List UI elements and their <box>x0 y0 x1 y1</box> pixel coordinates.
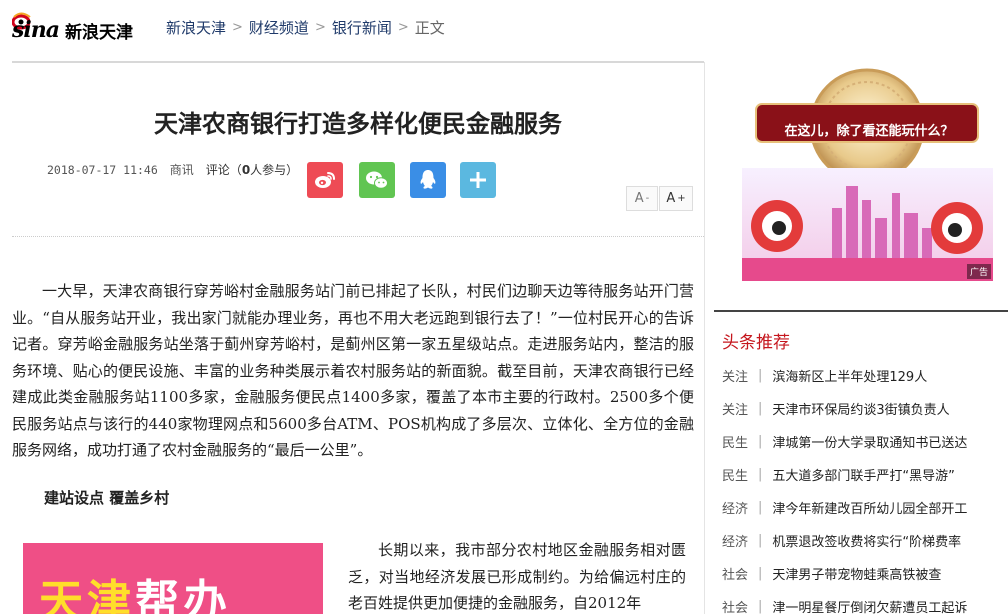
list-item: 民生 | 五大道多部门联手严打“黑导游” <box>722 458 1008 491</box>
share-more-button[interactable] <box>460 162 496 198</box>
headline-link[interactable]: 天津男子带宠物蛙乘高铁被查 <box>772 564 941 583</box>
article-body: 一大早，天津农商银行穿芳峪村金融服务站门前已排起了长队，村民们边聊天边等待服务站… <box>12 278 694 464</box>
article-image-text-b: 帮办 <box>135 576 231 614</box>
article-subheading: 建站设点 覆盖乡村 <box>44 489 170 507</box>
headline-link[interactable]: 津今年新建改百所幼儿园全部开工 <box>772 498 967 517</box>
headline-separator: | <box>758 401 763 416</box>
share-wechat-button[interactable] <box>359 162 395 198</box>
headline-link[interactable]: 天津市环保局约谈3街镇负责人 <box>772 399 949 418</box>
headline-category[interactable]: 经济 <box>722 498 750 517</box>
comments-prefix: 评论（ <box>205 163 242 177</box>
headline-separator: | <box>758 566 763 581</box>
weibo-icon <box>315 172 335 188</box>
column-divider <box>704 62 705 614</box>
breadcrumb-item-bank-news[interactable]: 银行新闻 <box>332 17 392 38</box>
font-increase-label: A <box>666 191 676 206</box>
header-divider <box>12 61 704 63</box>
share-weibo-button[interactable] <box>307 162 343 198</box>
headline-category[interactable]: 关注 <box>722 399 750 418</box>
breadcrumb-item-home[interactable]: 新浪天津 <box>166 17 226 38</box>
headline-category[interactable]: 关注 <box>722 366 750 385</box>
headline-category[interactable]: 社会 <box>722 597 750 614</box>
headline-separator: | <box>758 599 763 614</box>
headline-category[interactable]: 民生 <box>722 465 750 484</box>
headline-category[interactable]: 经济 <box>722 531 750 550</box>
comments-link[interactable]: 评论（0人参与） <box>206 161 298 178</box>
advertisement[interactable]: 在这儿，除了看还能玩什么？ 广告 <box>742 68 993 281</box>
article-paragraph: 长期以来，我市部分农村地区金融服务相对匮乏，对当地经济发展已形成制约。为给偏远村… <box>348 541 686 612</box>
article-body-continued: 长期以来，我市部分农村地区金融服务相对匮乏，对当地经济发展已形成制约。为给偏远村… <box>348 537 686 614</box>
list-item: 社会 | 天津男子带宠物蛙乘高铁被查 <box>722 557 1008 590</box>
ad-label: 广告 <box>966 264 991 279</box>
breadcrumb-separator: > <box>314 20 326 35</box>
ad-banner-text: 在这儿，除了看还能玩什么？ <box>784 123 954 139</box>
article-meta: 2018-07-17 11:46 商讯 评论（0人参与） <box>47 161 298 178</box>
breadcrumb-item-finance[interactable]: 财经频道 <box>249 17 309 38</box>
plus-icon <box>470 172 486 188</box>
share-qq-button[interactable] <box>410 162 446 198</box>
list-item: 关注 | 滨海新区上半年处理129人 <box>722 359 1008 392</box>
font-increase-sign: + <box>677 193 686 204</box>
meta-divider <box>12 236 704 237</box>
breadcrumb-current: 正文 <box>414 19 445 37</box>
ad-illustration <box>742 68 993 281</box>
comments-suffix: 人参与） <box>250 163 299 177</box>
list-item: 经济 | 津今年新建改百所幼儿园全部开工 <box>722 491 1008 524</box>
breadcrumb: 新浪天津 > 财经频道 > 银行新闻 > 正文 <box>166 17 445 38</box>
article-image-text: 天津帮办 <box>39 565 231 614</box>
top-navigation: sina 新浪天津 新浪天津 > 财经频道 > 银行新闻 > 正文 <box>0 0 1008 56</box>
sidebar-divider <box>714 310 1008 312</box>
headline-link[interactable]: 五大道多部门联手严打“黑导游” <box>772 465 954 484</box>
headline-separator: | <box>758 500 763 515</box>
headline-separator: | <box>758 434 763 449</box>
breadcrumb-separator: > <box>397 20 409 35</box>
headline-list: 关注 | 滨海新区上半年处理129人 关注 | 天津市环保局约谈3街镇负责人 民生 | 津城… <box>722 359 1008 614</box>
publish-date: 2018-07-17 11:46 <box>47 162 158 177</box>
article-image-text-a: 天津 <box>39 576 135 614</box>
headline-link[interactable]: 津城第一份大学录取通知书已送达 <box>772 432 967 451</box>
qq-icon <box>420 170 436 189</box>
list-item: 关注 | 天津市环保局约谈3街镇负责人 <box>722 392 1008 425</box>
comments-count: 0 <box>241 163 251 177</box>
article-paragraph: 一大早，天津农商银行穿芳峪村金融服务站门前已排起了长队，村民们边聊天边等待服务站… <box>12 282 694 459</box>
article-source[interactable]: 商讯 <box>170 161 194 178</box>
list-item: 经济 | 机票退改签收费将实行“阶梯费率 <box>722 524 1008 557</box>
font-decrease-label: A <box>634 191 644 206</box>
headline-link[interactable]: 机票退改签收费将实行“阶梯费率 <box>772 531 961 550</box>
headline-separator: | <box>758 368 763 383</box>
headline-category[interactable]: 民生 <box>722 432 750 451</box>
article-title: 天津农商银行打造多样化便民金融服务 <box>154 110 562 138</box>
list-item: 社会 | 津一明星餐厅倒闭欠薪遭员工起诉 <box>722 590 1008 614</box>
headline-link[interactable]: 津一明星餐厅倒闭欠薪遭员工起诉 <box>772 597 967 614</box>
list-item: 民生 | 津城第一份大学录取通知书已送达 <box>722 425 1008 458</box>
headline-separator: | <box>758 467 763 482</box>
wechat-icon <box>366 171 388 189</box>
headline-link[interactable]: 滨海新区上半年处理129人 <box>772 366 927 385</box>
font-increase-button[interactable]: A + <box>659 186 693 211</box>
sidebar-title: 头条推荐 <box>722 333 790 353</box>
headline-category[interactable]: 社会 <box>722 564 750 583</box>
font-decrease-sign: - <box>645 193 650 204</box>
font-decrease-button[interactable]: A- <box>626 186 658 211</box>
breadcrumb-separator: > <box>232 20 243 35</box>
headline-separator: | <box>758 533 763 548</box>
article-image: 天津帮办 <box>23 543 323 614</box>
sina-logo[interactable]: sina 新浪天津 <box>12 12 133 44</box>
logo-brand: sina <box>12 17 60 43</box>
logo-site-name: 新浪天津 <box>65 22 133 43</box>
